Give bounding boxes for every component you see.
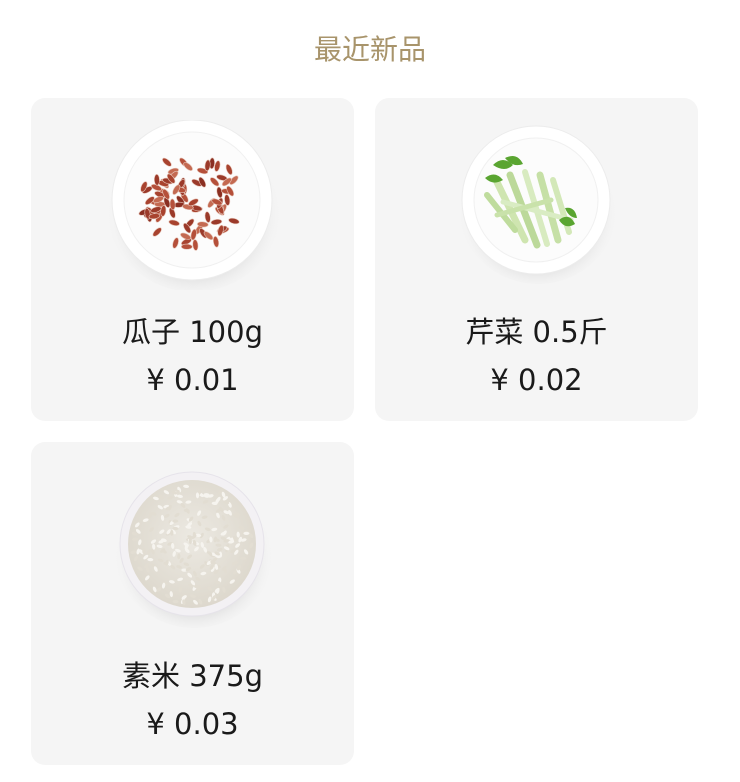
product-card-seeds[interactable]: 瓜子 100g ¥ 0.01 (31, 98, 354, 421)
celery-plate-image (375, 120, 698, 290)
product-name: 素米 375g (122, 659, 263, 693)
section-title: 最近新品 (313, 33, 426, 66)
product-price: ¥ 0.03 (146, 707, 239, 741)
product-card-celery[interactable]: 芹菜 0.5斤 ¥ 0.02 (375, 98, 698, 421)
sunflower-seeds-plate-image (31, 120, 354, 290)
product-price: ¥ 0.01 (146, 363, 239, 397)
new-products-page: 最近新品 瓜子 100g ¥ 0.01 芹菜 0.5斤 ¥ 0.02 素米 37… (0, 0, 740, 782)
product-card-rice[interactable]: 素米 375g ¥ 0.03 (31, 442, 354, 765)
rice-plate-image (31, 464, 354, 634)
product-name: 芹菜 0.5斤 (465, 315, 608, 349)
product-name: 瓜子 100g (122, 315, 263, 349)
product-price: ¥ 0.02 (490, 363, 583, 397)
